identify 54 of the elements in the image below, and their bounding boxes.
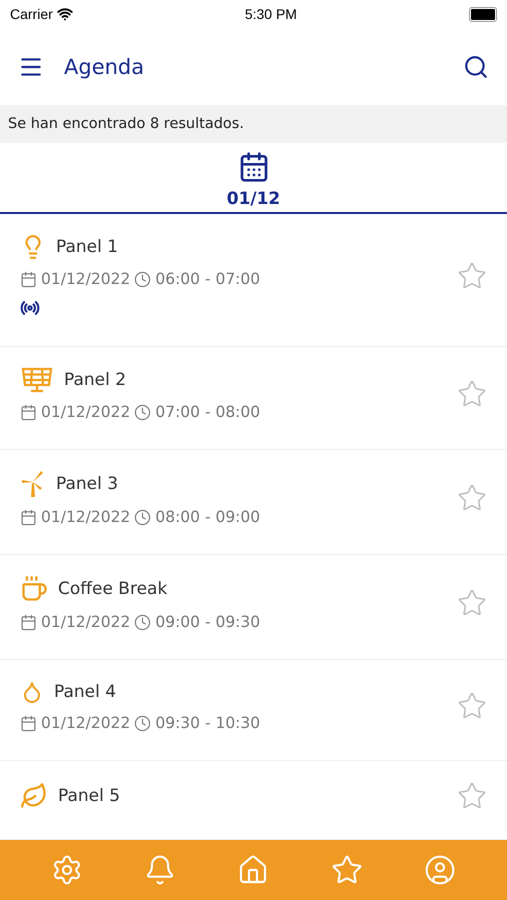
event-date: 01/12/2022 [41,270,130,288]
event-date: 01/12/2022 [41,714,130,732]
favorite-button[interactable] [457,261,487,291]
carrier-label: Carrier [10,6,53,22]
calendar-icon [238,151,270,183]
event-title: Panel 1 [56,237,118,257]
event-item[interactable]: Panel 3 01/12/2022 08:00 - 09:00 [0,450,507,555]
wifi-icon [56,6,73,22]
search-button[interactable] [463,54,489,80]
cup-icon [20,575,48,603]
favorite-button[interactable] [457,691,487,721]
event-title: Panel 2 [64,370,126,390]
clock-icon [134,270,152,288]
event-item[interactable]: Coffee Break 01/12/2022 09:00 - 09:30 [0,555,507,660]
event-item[interactable]: Panel 1 01/12/2022 06:00 - 07:00 [0,214,507,347]
battery-icon [468,6,497,22]
page-title: Agenda [64,54,146,78]
event-title: Coffee Break [58,579,168,599]
event-date: 01/12/2022 [41,403,130,421]
star-icon [330,854,363,886]
event-title: Panel 3 [56,474,118,494]
clock-icon [134,714,152,732]
results-count: Se han encontrado 8 resultados. [0,105,507,143]
profile-icon [424,854,456,886]
event-time: 07:00 - 08:00 [155,403,260,421]
calendar-icon [20,404,37,420]
favorite-button[interactable] [457,588,487,618]
wind-turbine-icon [20,470,46,498]
calendar-icon [20,614,37,630]
calendar-icon [20,714,37,732]
event-date: 01/12/2022 [41,508,130,526]
clock-time: 5:30 PM [244,6,297,22]
tab-bar-button[interactable] [424,854,456,886]
event-time: 09:00 - 09:30 [155,613,260,631]
favorite-button[interactable] [457,781,487,811]
clock-icon [134,508,152,526]
event-title: Panel 4 [54,682,116,702]
tab-bar-button[interactable] [330,854,363,886]
event-time: 06:00 - 07:00 [155,270,260,288]
event-title: Panel 5 [58,786,120,806]
event-item[interactable]: Panel 4 01/12/2022 09:30 - 10:30 [0,660,507,761]
event-time: 09:30 - 10:30 [155,714,260,732]
date-tab[interactable]: 01/12 [0,143,507,212]
event-date: 01/12/2022 [41,613,130,631]
favorite-button[interactable] [457,483,487,513]
event-item[interactable]: Panel 2 01/12/2022 07:00 - 08:00 [0,347,507,450]
clock-icon [134,614,152,630]
solar-panel-icon [20,367,54,393]
event-time: 08:00 - 09:00 [155,508,260,526]
clock-icon [134,404,152,420]
favorite-button[interactable] [457,379,487,409]
leaf-icon [20,782,48,810]
calendar-icon [20,270,37,288]
calendar-icon [20,508,37,526]
